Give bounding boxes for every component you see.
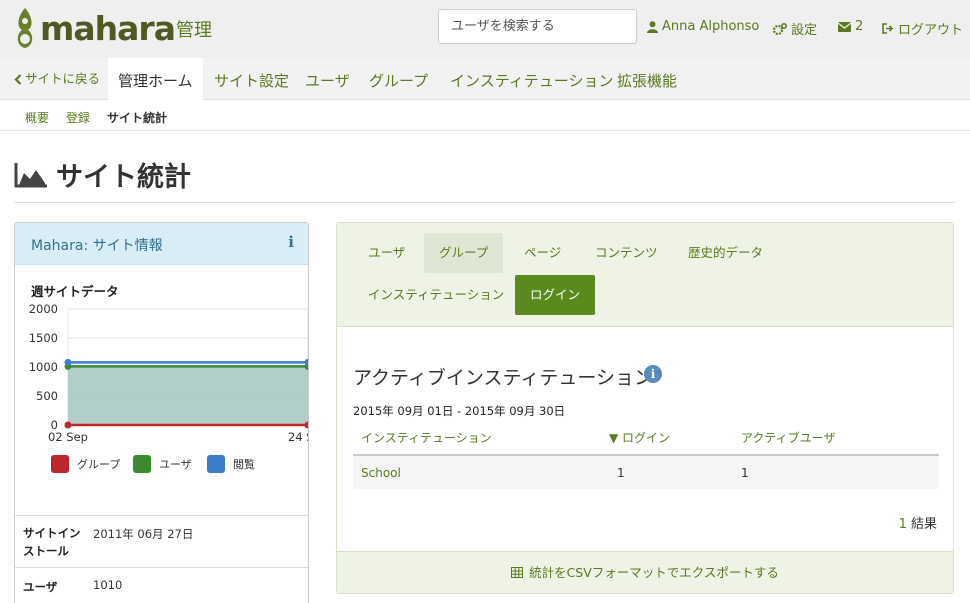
legend-item-users[interactable]: ユーザ: [133, 455, 192, 473]
tab-logins[interactable]: ログイン: [515, 275, 596, 315]
y-tick-label: 2000: [29, 302, 58, 316]
envelope-icon: [838, 21, 851, 32]
nav-site-settings[interactable]: サイト設定: [214, 58, 289, 100]
y-tick-label: 1500: [29, 331, 58, 345]
logo-text: mahara: [40, 8, 176, 48]
tab-historical-data[interactable]: 歴史的データ: [673, 233, 778, 273]
legend-item-groups[interactable]: グループ: [51, 455, 120, 473]
user-name: Anna Alphonso: [662, 19, 760, 34]
cell-active-users: 1: [733, 455, 939, 489]
main-navigation: サイトに戻る 管理ホーム サイト設定 ユーザ グループ インスティテューション …: [0, 58, 970, 100]
gears-icon: [773, 22, 787, 35]
info-label-site-installed: サイトインストール: [23, 526, 81, 558]
cell-logins: 1: [601, 455, 733, 489]
table-icon: [511, 567, 524, 578]
nav-institutions[interactable]: インスティテューション: [450, 58, 614, 100]
info-label-users: ユーザ: [23, 580, 58, 594]
statistics-panel: ユーザ グループ ページ コンテンツ 歴史的データ インスティテューション ログ…: [336, 222, 954, 594]
export-csv-link[interactable]: 統計をCSVフォーマットでエクスポートする: [337, 551, 953, 593]
page-title-block: サイト統計: [14, 155, 191, 194]
cell-institution[interactable]: School: [353, 455, 601, 489]
x-tick-label: 02 Sep: [48, 430, 88, 444]
point-views: [64, 358, 72, 366]
results-label: 結果: [910, 517, 937, 532]
date-range: 2015年 09月 01日 - 2015年 09月 30日: [353, 404, 566, 418]
site-info-title: サイト情報: [92, 238, 163, 254]
subnav-overview[interactable]: 概要: [25, 109, 49, 126]
mahara-logo-icon: [17, 8, 33, 48]
active-institutions-table: インスティテューション ▼ ログイン アクティブユーザ School 1 1: [353, 421, 939, 489]
column-logins[interactable]: ▼ ログイン: [601, 421, 733, 456]
table-row: School 1 1: [353, 455, 939, 489]
title-divider: [14, 202, 955, 203]
tab-groups[interactable]: グループ: [424, 233, 504, 273]
sub-navigation: 概要 登録 サイト統計: [0, 101, 970, 131]
tab-institutions[interactable]: インスティテューション: [353, 275, 519, 315]
admin-label: 管理: [176, 20, 212, 41]
column-active-users[interactable]: アクティブユーザ: [733, 421, 939, 456]
info-icon[interactable]: i: [288, 233, 294, 251]
nav-users[interactable]: ユーザ: [305, 58, 350, 100]
site-name: Mahara:: [31, 238, 89, 254]
legend-swatch-groups: [51, 455, 69, 473]
x-tick-label: 24 Sep: [288, 430, 309, 444]
export-csv-label: 統計をCSVフォーマットでエクスポートする: [529, 564, 779, 580]
weekly-site-data-chart: 0500100015002000 02 Sep24 Sep: [29, 302, 309, 444]
area-chart-icon: [14, 162, 47, 187]
user-search-input[interactable]: ユーザを検索する: [438, 9, 637, 44]
logout-label: ログアウト: [898, 23, 964, 38]
site-info-heading: Mahara: サイト情報 i: [15, 223, 308, 265]
info-row-site-installed: サイトインストール 2011年 06月 27日: [15, 515, 308, 567]
legend-label-views: 閲覧: [233, 458, 255, 471]
y-tick-label: 500: [36, 389, 58, 403]
page-title: サイト統計: [56, 162, 191, 193]
user-profile-link[interactable]: Anna Alphonso: [647, 19, 759, 34]
header: mahara 管理 ユーザを検索する Anna Alphonso 設定 2 ログ…: [0, 0, 970, 58]
table-header-row: インスティテューション ▼ ログイン アクティブユーザ: [353, 421, 939, 456]
nav-groups[interactable]: グループ: [369, 58, 428, 100]
nav-extensions[interactable]: 拡張機能: [617, 58, 677, 100]
sign-out-icon: [882, 23, 894, 34]
weekly-data-title: 週サイトデータ: [31, 284, 119, 299]
info-row-users: ユーザ 1010: [15, 567, 308, 603]
column-institution[interactable]: インスティテューション: [353, 421, 601, 456]
legend-label-users: ユーザ: [159, 458, 192, 471]
y-tick-label: 1000: [29, 360, 58, 374]
results-count: 1 結果: [899, 513, 937, 532]
mahara-logo[interactable]: mahara: [12, 6, 176, 50]
settings-link[interactable]: 設定: [773, 19, 817, 38]
subnav-site-statistics[interactable]: サイト統計: [107, 109, 167, 126]
back-to-site-label: サイトに戻る: [25, 71, 101, 86]
site-info-panel: Mahara: サイト情報 i 週サイトデータ 0 500 1000 1500 2000…: [14, 222, 309, 603]
tab-users[interactable]: ユーザ: [353, 233, 420, 273]
statistics-tabs: ユーザ グループ ページ コンテンツ 歴史的データ インスティテューション ログ…: [337, 223, 953, 327]
section-title: アクティブインスティテューション: [353, 367, 654, 389]
messages-count: 2: [855, 19, 864, 34]
legend-swatch-users: [133, 455, 151, 473]
point-groups: [64, 421, 72, 429]
legend-item-views[interactable]: 閲覧: [207, 455, 255, 473]
subnav-registration[interactable]: 登録: [66, 109, 90, 126]
settings-label: 設定: [791, 23, 818, 38]
results-number: 1: [898, 517, 907, 532]
info-value-users: 1010: [93, 578, 123, 592]
area-users: [68, 366, 308, 425]
messages-link[interactable]: 2: [838, 19, 863, 34]
legend-swatch-views: [207, 455, 225, 473]
back-to-site-link[interactable]: サイトに戻る: [14, 58, 100, 100]
user-icon: [647, 20, 658, 33]
legend-label-groups: グループ: [77, 458, 121, 471]
chevron-left-icon: [14, 73, 22, 85]
tab-content[interactable]: コンテンツ: [580, 233, 673, 273]
nav-admin-home[interactable]: 管理ホーム: [108, 58, 203, 100]
info-value-site-installed: 2011年 06月 27日: [93, 527, 194, 541]
logout-link[interactable]: ログアウト: [882, 19, 963, 38]
tab-pages[interactable]: ページ: [509, 233, 576, 273]
section-info-icon[interactable]: i: [644, 365, 662, 383]
